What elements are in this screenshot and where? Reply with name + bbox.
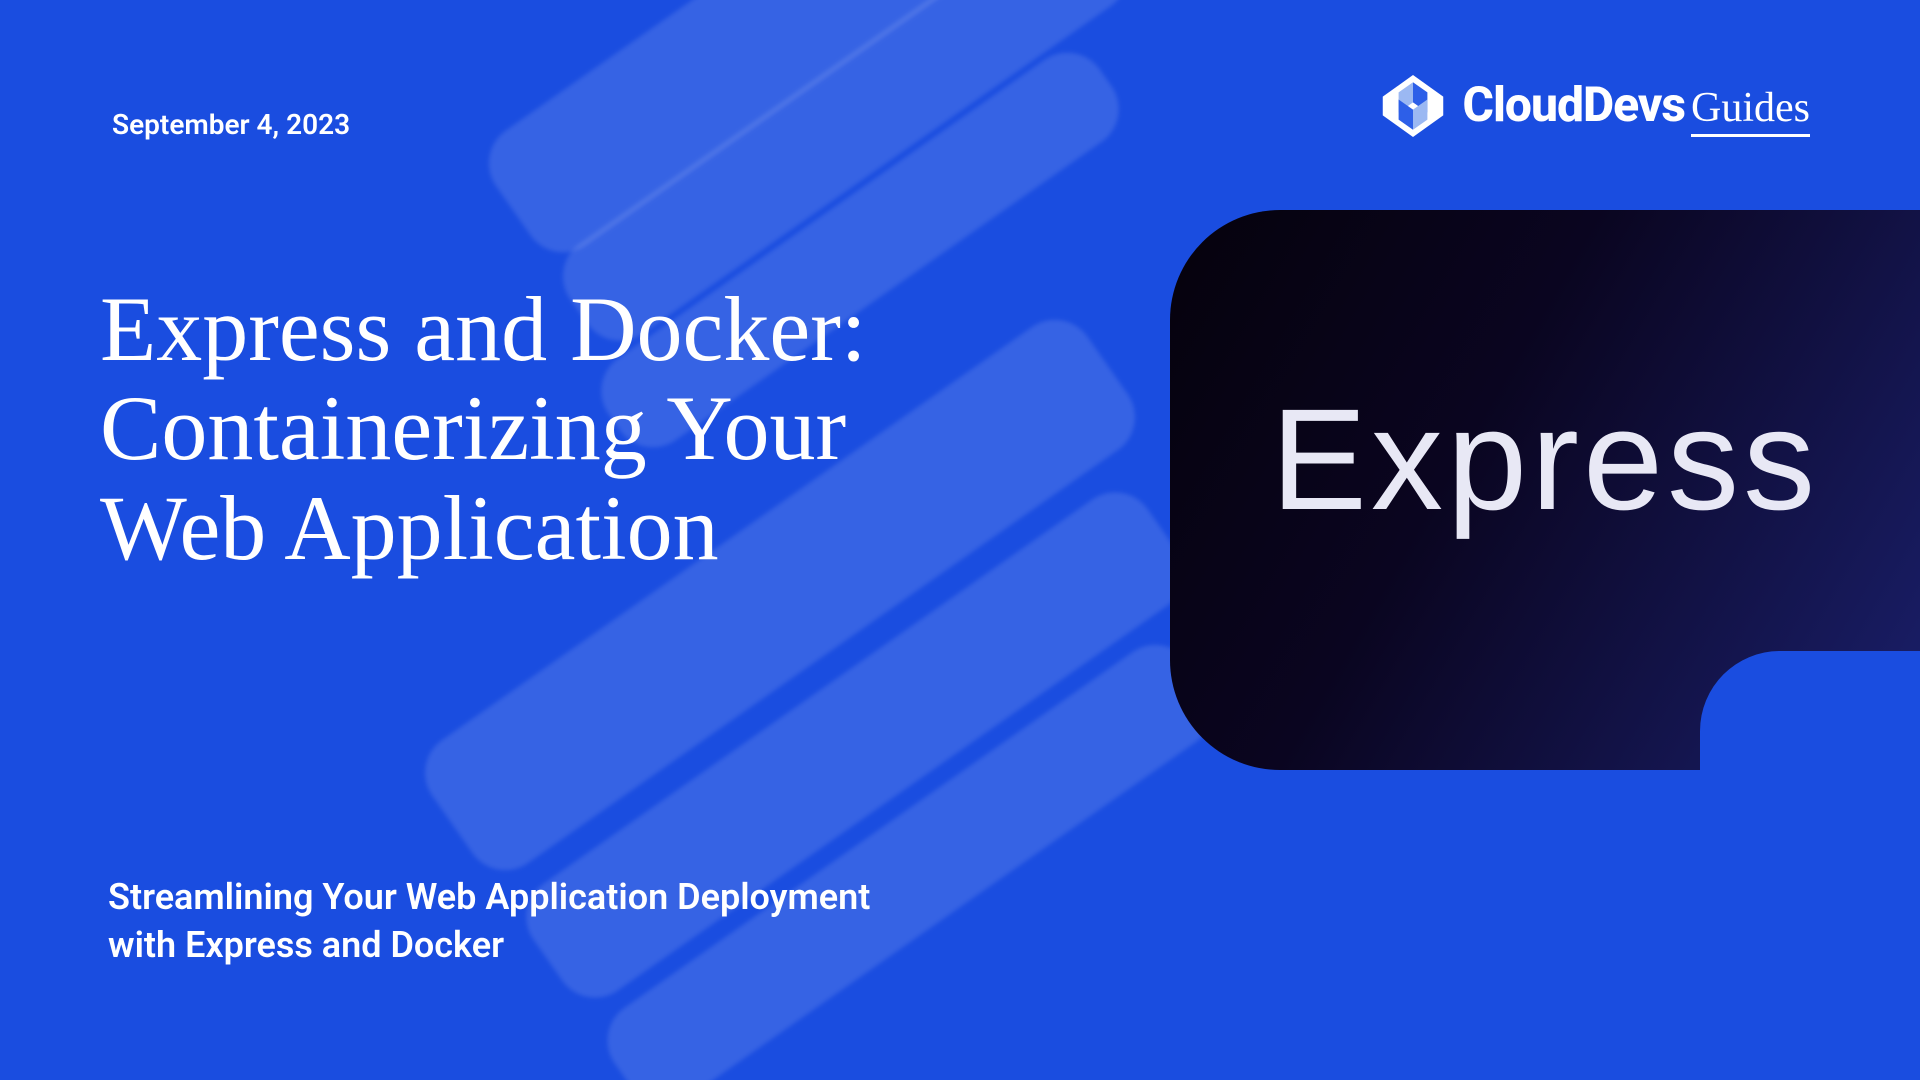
- logo: CloudDevs Guides: [1377, 75, 1811, 137]
- tech-badge: Express: [1170, 210, 1920, 770]
- logo-text: CloudDevs Guides: [1463, 76, 1811, 137]
- tech-badge-label: Express: [1271, 377, 1819, 543]
- logo-brand-name: CloudDevs: [1463, 76, 1686, 133]
- publish-date: September 4, 2023: [112, 108, 350, 141]
- slide-container: September 4, 2023 CloudDevs Guides Expre…: [0, 0, 1920, 1080]
- clouddevs-logo-icon: [1377, 75, 1449, 137]
- page-subtitle: Streamlining Your Web Application Deploy…: [108, 873, 888, 970]
- page-title: Express and Docker: Containerizing Your …: [100, 280, 1000, 578]
- logo-suffix: Guides: [1691, 84, 1810, 137]
